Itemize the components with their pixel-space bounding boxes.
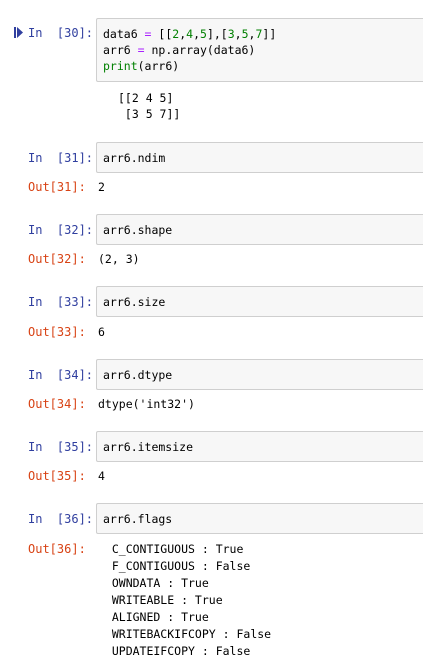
in-prompt: In [33]:	[28, 295, 94, 309]
flags-line: WRITEBACKIFCOPY : False	[98, 627, 272, 641]
step-forward-icon[interactable]	[14, 27, 23, 38]
code-editor[interactable]: arr6.flags	[96, 503, 423, 534]
code-line: arr6 = np.array(data6)	[103, 43, 256, 57]
output-value: (2, 3)	[98, 252, 140, 266]
code-editor[interactable]: arr6.ndim	[96, 142, 423, 173]
out-prompt: Out[32]:	[28, 252, 86, 266]
stdout-line: [3 5 7]]	[118, 107, 181, 121]
code-editor[interactable]: arr6.dtype	[96, 359, 423, 390]
output-value: 6	[98, 325, 105, 339]
out-prompt: Out[35]:	[28, 469, 86, 483]
code-line: arr6.itemsize	[103, 440, 194, 454]
flags-line: UPDATEIFCOPY : False	[98, 644, 251, 658]
out-prompt: Out[34]:	[28, 397, 86, 411]
code-line: data6 = [[2,4,5],[3,5,7]]	[103, 27, 277, 41]
in-prompt: In [34]:	[28, 368, 94, 382]
flags-line: OWNDATA : True	[98, 576, 209, 590]
code-editor[interactable]: arr6.itemsize	[96, 431, 423, 462]
flags-line: C_CONTIGUOUS : True	[98, 542, 244, 556]
code-editor[interactable]: arr6.shape	[96, 214, 423, 245]
output-value: dtype('int32')	[98, 397, 195, 411]
stdout-line: [[2 4 5]	[118, 91, 174, 105]
code-editor[interactable]: arr6.size	[96, 286, 423, 317]
in-prompt: In [31]:	[28, 151, 94, 165]
code-line: arr6.size	[103, 295, 166, 309]
output-value: 4	[98, 469, 105, 483]
flags-line: F_CONTIGUOUS : False	[98, 559, 251, 573]
code-line: print(arr6)	[103, 59, 180, 73]
code-line: arr6.shape	[103, 223, 173, 237]
out-prompt: Out[33]:	[28, 325, 86, 339]
in-prompt: In [36]:	[28, 512, 94, 526]
output-value: 2	[98, 180, 105, 194]
out-prompt: Out[31]:	[28, 180, 86, 194]
flags-line: ALIGNED : True	[98, 610, 209, 624]
code-line: arr6.ndim	[103, 151, 166, 165]
in-prompt: In [32]:	[28, 223, 94, 237]
flags-line: WRITEABLE : True	[98, 593, 223, 607]
code-line: arr6.flags	[103, 512, 173, 526]
in-prompt: In [30]:	[28, 26, 94, 40]
code-line: arr6.dtype	[103, 368, 173, 382]
out-prompt: Out[36]:	[28, 542, 86, 556]
code-editor[interactable]: data6 = [[2,4,5],[3,5,7]] arr6 = np.arra…	[96, 18, 423, 82]
in-prompt: In [35]:	[28, 440, 94, 454]
